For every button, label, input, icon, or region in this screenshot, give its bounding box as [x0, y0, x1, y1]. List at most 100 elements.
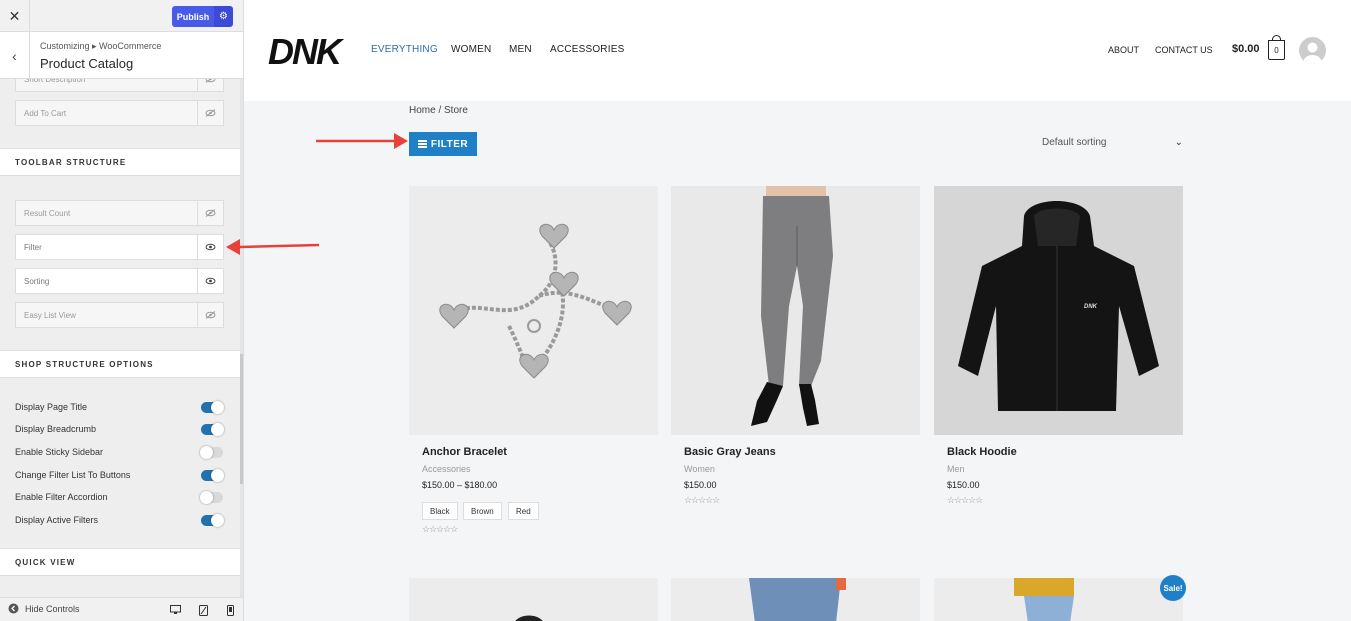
- toggle-switch[interactable]: [201, 469, 224, 482]
- annotation-arrow-filter-toggle: [226, 239, 320, 255]
- breadcrumb: Home / Store: [409, 105, 468, 116]
- publish-settings-button[interactable]: ⚙: [214, 6, 233, 27]
- toolbar-item-label[interactable]: Sorting: [15, 268, 198, 294]
- product-image[interactable]: [409, 186, 658, 435]
- collapse-arrow-icon: [8, 603, 19, 614]
- customizer-section-header-cover: ‹ Customizing ▸ WooCommerce Product Cata…: [0, 32, 243, 79]
- hide-controls-button[interactable]: Hide Controls: [8, 603, 80, 614]
- sale-badge: Sale!: [1160, 575, 1186, 601]
- jeans-image: [751, 186, 833, 426]
- visibility-toggle-button[interactable]: [198, 234, 224, 260]
- product-rating: ☆☆☆☆☆: [947, 495, 983, 505]
- customizer-footer: Hide Controls: [0, 597, 243, 621]
- option-label: Display Active Filters: [15, 515, 99, 525]
- toggle-switch[interactable]: [201, 423, 224, 436]
- site-preview: DNK EVERYTHING WOMEN MEN ACCESSORIES ABO…: [244, 0, 1351, 621]
- swatch-brown[interactable]: Brown: [463, 502, 502, 520]
- option-display-page-title: Display Page Title: [15, 401, 225, 415]
- eye-icon: [205, 277, 216, 285]
- nav-contact-us[interactable]: CONTACT US: [1155, 45, 1213, 55]
- toolbar-item-label[interactable]: Result Count: [15, 200, 198, 226]
- product-rating: ☆☆☆☆☆: [422, 524, 458, 534]
- eye-slash-icon: [205, 209, 216, 217]
- toolbar-item-label[interactable]: Easy List View: [15, 302, 198, 328]
- user-avatar[interactable]: [1299, 37, 1326, 64]
- product-image-partial: [515, 615, 543, 621]
- product-name[interactable]: Anchor Bracelet: [422, 446, 507, 458]
- visibility-toggle-button[interactable]: [198, 302, 224, 328]
- option-label: Enable Sticky Sidebar: [15, 447, 104, 457]
- close-customizer-button[interactable]: ✕: [0, 0, 30, 32]
- option-enable-filter-accordion: Enable Filter Accordion: [15, 491, 225, 505]
- quick-view-heading: QUICK VIEW: [0, 548, 240, 576]
- visibility-toggle-button[interactable]: [198, 100, 224, 126]
- filter-button[interactable]: FILTER: [409, 132, 477, 156]
- product-image-partial: [749, 578, 846, 621]
- back-button[interactable]: ‹: [0, 32, 30, 79]
- shop-structure-heading: SHOP STRUCTURE OPTIONS: [0, 350, 240, 378]
- gear-icon: ⚙: [219, 11, 228, 22]
- nav-women[interactable]: WOMEN: [451, 44, 491, 55]
- visibility-toggle-button[interactable]: [198, 200, 224, 226]
- option-enable-sticky-sidebar: Enable Sticky Sidebar: [15, 446, 225, 460]
- hoodie-image: DNK: [958, 201, 1159, 411]
- product-category[interactable]: Men: [947, 464, 965, 474]
- toggle-switch[interactable]: [201, 514, 224, 527]
- toolbar-item-label[interactable]: Filter: [15, 234, 198, 260]
- tablet-icon: [198, 604, 208, 616]
- nav-men[interactable]: MEN: [509, 44, 532, 55]
- chevron-down-icon: ⌄: [1174, 137, 1183, 148]
- option-label: Change Filter List To Buttons: [15, 470, 131, 480]
- product-name[interactable]: Black Hoodie: [947, 446, 1017, 458]
- publish-button[interactable]: Publish: [172, 6, 214, 27]
- svg-text:DNK: DNK: [1084, 304, 1098, 310]
- option-display-active-filters: Display Active Filters: [15, 514, 225, 528]
- toggle-switch[interactable]: [200, 446, 223, 459]
- panel-title: Product Catalog: [40, 56, 134, 71]
- product-image[interactable]: [671, 186, 920, 435]
- option-label: Display Breadcrumb: [15, 424, 97, 434]
- product-category[interactable]: Women: [684, 464, 715, 474]
- product-card-partial[interactable]: [409, 578, 658, 621]
- mobile-preview-button[interactable]: [223, 603, 237, 617]
- customizer-breadcrumb: Customizing ▸ WooCommerce: [40, 41, 162, 51]
- visibility-toggle-button[interactable]: [198, 268, 224, 294]
- product-name[interactable]: Basic Gray Jeans: [684, 446, 776, 458]
- desktop-preview-button[interactable]: [168, 603, 182, 617]
- toggle-switch[interactable]: [200, 491, 223, 504]
- shop-content: Home / Store FILTER Default sorting ⌄ An…: [244, 101, 1351, 621]
- product-image-partial: [1014, 578, 1074, 621]
- product-category[interactable]: Accessories: [422, 464, 471, 474]
- cart-total[interactable]: $0.00: [1232, 43, 1260, 55]
- chevron-left-icon: ‹: [12, 47, 17, 64]
- nav-about[interactable]: ABOUT: [1108, 45, 1139, 55]
- tablet-preview-button[interactable]: [196, 603, 210, 617]
- option-label: Enable Filter Accordion: [15, 492, 108, 502]
- sorting-value: Default sorting: [1042, 137, 1107, 148]
- mobile-icon: [226, 604, 234, 616]
- option-change-filter-list-to-buttons: Change Filter List To Buttons: [15, 469, 225, 483]
- toggle-switch[interactable]: [201, 401, 224, 414]
- menu-icon: [417, 139, 427, 150]
- hide-controls-label: Hide Controls: [25, 603, 80, 614]
- product-price: $150.00 – $180.00: [422, 480, 498, 490]
- product-card-partial[interactable]: [671, 578, 920, 621]
- close-icon: ✕: [8, 7, 21, 24]
- product-rating: ☆☆☆☆☆: [684, 495, 720, 505]
- option-label: Display Page Title: [15, 402, 88, 412]
- user-icon: [1303, 42, 1322, 64]
- customizer-topbar: ✕ Publish ⚙: [0, 0, 243, 32]
- element-label[interactable]: Add To Cart: [15, 100, 198, 126]
- product-card-partial[interactable]: [934, 578, 1183, 621]
- eye-slash-icon: [205, 109, 216, 117]
- product-image[interactable]: DNK: [934, 186, 1183, 435]
- nav-everything[interactable]: EVERYTHING: [371, 44, 438, 55]
- svg-text:DNK: DNK: [268, 33, 345, 69]
- annotation-arrow-filter-button: [316, 133, 408, 149]
- cart-bag-icon[interactable]: 0: [1268, 35, 1285, 60]
- swatch-red[interactable]: Red: [508, 502, 539, 520]
- nav-accessories[interactable]: ACCESSORIES: [550, 44, 624, 55]
- swatch-black[interactable]: Black: [422, 502, 458, 520]
- sorting-select[interactable]: Default sorting ⌄: [1042, 137, 1187, 153]
- site-logo[interactable]: DNK: [268, 33, 350, 69]
